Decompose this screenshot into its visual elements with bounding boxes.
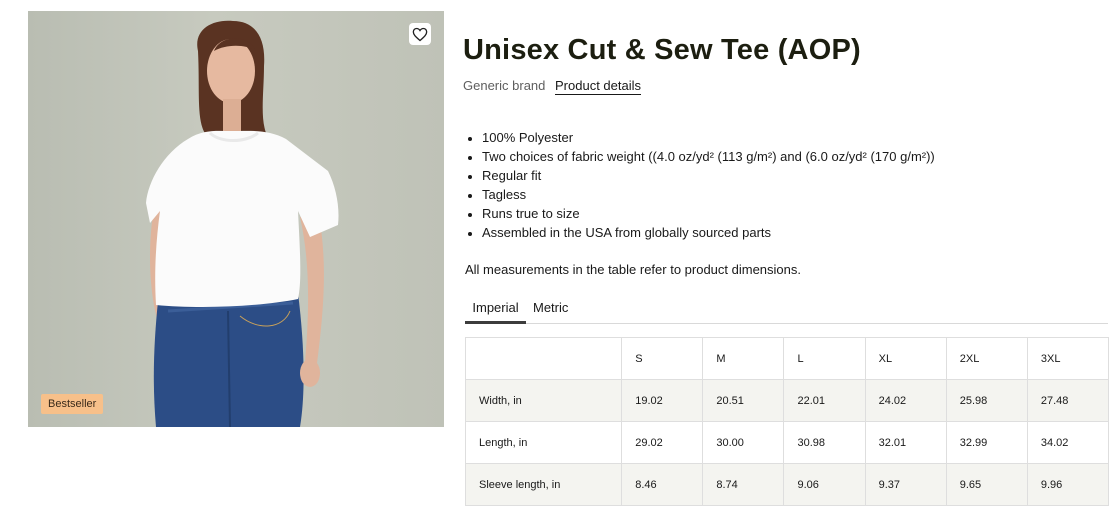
tab-imperial[interactable]: Imperial: [465, 298, 526, 324]
table-cell: 19.02: [621, 379, 704, 422]
table-row-label: Length, in: [464, 421, 623, 464]
feature-item: Tagless: [482, 185, 935, 204]
measurement-note: All measurements in the table refer to p…: [465, 262, 802, 277]
table-header-cell: 3XL: [1026, 337, 1110, 380]
table-cell: 9.06: [783, 463, 866, 506]
table-cell: 9.37: [864, 463, 947, 506]
table-cell: 22.01: [783, 379, 866, 422]
table-cell: 30.98: [783, 421, 866, 464]
table-row-label: Sleeve length, in: [464, 463, 623, 506]
table-cell: 32.99: [945, 421, 1028, 464]
table-cell: 9.96: [1026, 463, 1110, 506]
size-table: S M L XL 2XL 3XL Width, in 19.02 20.51 2…: [464, 337, 1110, 506]
favorite-button[interactable]: [409, 23, 431, 45]
brand-label: Generic brand: [463, 78, 546, 93]
table-cell: 25.98: [945, 379, 1028, 422]
table-cell: 27.48: [1026, 379, 1110, 422]
product-title: Unisex Cut & Sew Tee (AOP): [463, 34, 861, 66]
feature-item: Regular fit: [482, 166, 935, 185]
product-meta: Generic brand Product details: [463, 78, 642, 95]
table-cell: 30.00: [702, 421, 785, 464]
table-cell: 8.74: [702, 463, 785, 506]
table-header-cell: XL: [864, 337, 947, 380]
table-cell: 32.01: [864, 421, 947, 464]
table-cell: 24.02: [864, 379, 947, 422]
table-header-cell: 2XL: [945, 337, 1028, 380]
table-cell: 8.46: [621, 463, 704, 506]
table-row: Length, in 29.02 30.00 30.98 32.01 32.99…: [464, 421, 1110, 464]
table-header-row: S M L XL 2XL 3XL: [464, 337, 1110, 380]
bestseller-badge: Bestseller: [41, 394, 104, 414]
product-details-link[interactable]: Product details: [555, 78, 642, 95]
table-cell: 20.51: [702, 379, 785, 422]
table-header-cell: M: [702, 337, 785, 380]
table-header-cell: L: [783, 337, 866, 380]
table-cell: 29.02: [621, 421, 704, 464]
table-cell: 9.65: [945, 463, 1028, 506]
heart-outline-icon: [412, 27, 428, 41]
feature-item: Assembled in the USA from globally sourc…: [482, 223, 935, 242]
model-photo: [146, 20, 339, 427]
tab-metric[interactable]: Metric: [533, 298, 568, 324]
feature-item: 100% Polyester: [482, 128, 935, 147]
table-cell: 34.02: [1026, 421, 1110, 464]
product-image[interactable]: Bestseller: [28, 11, 444, 427]
table-row-label: Width, in: [464, 379, 623, 422]
feature-list: 100% Polyester Two choices of fabric wei…: [482, 128, 935, 242]
table-header-cell: S: [621, 337, 704, 380]
feature-item: Runs true to size: [482, 204, 935, 223]
table-header-cell: [464, 337, 623, 380]
unit-tabs: Imperial Metric: [465, 298, 1108, 324]
feature-item: Two choices of fabric weight ((4.0 oz/yd…: [482, 147, 935, 166]
table-row: Width, in 19.02 20.51 22.01 24.02 25.98 …: [464, 379, 1110, 422]
table-row: Sleeve length, in 8.46 8.74 9.06 9.37 9.…: [464, 463, 1110, 506]
